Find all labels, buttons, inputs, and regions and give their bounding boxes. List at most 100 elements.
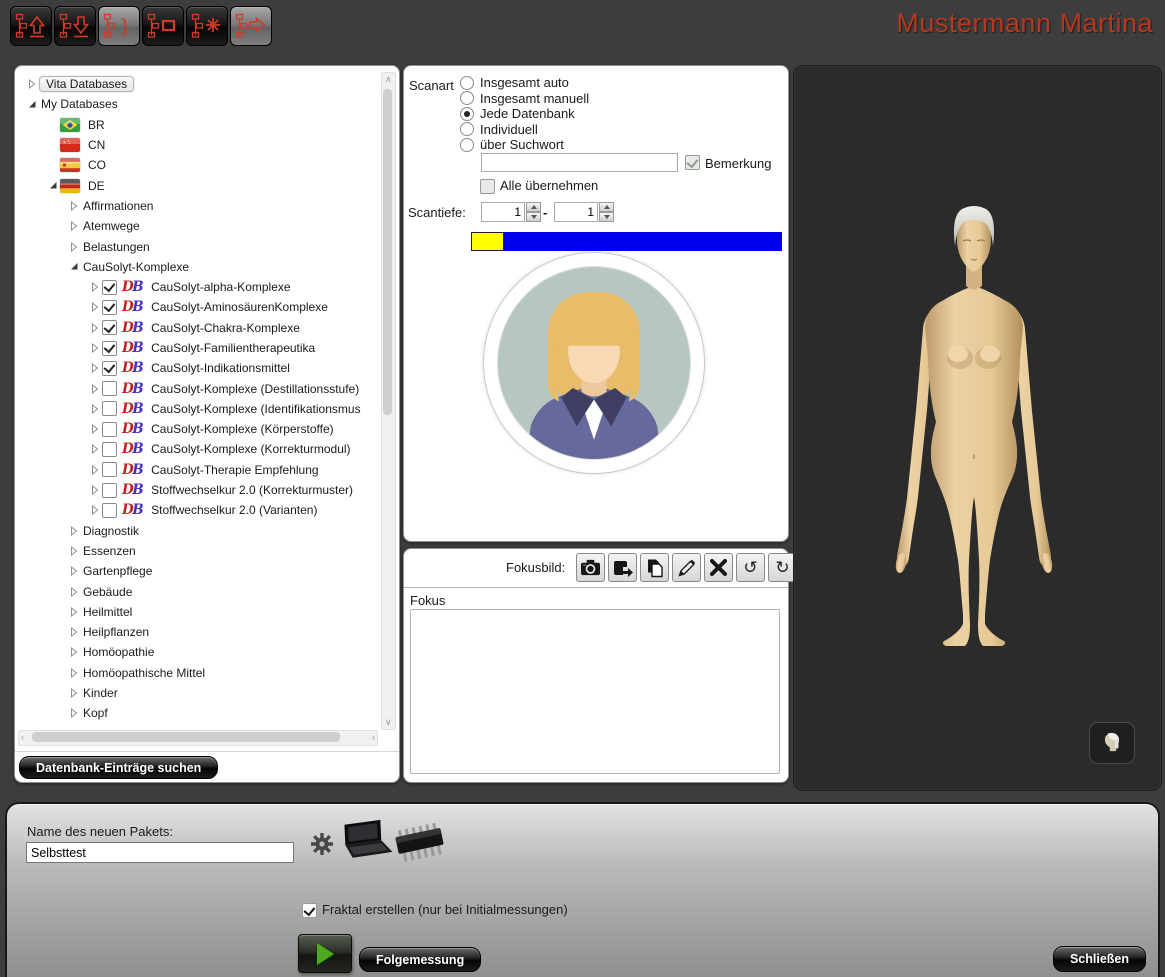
- collapsed-arrow-icon[interactable]: [88, 424, 102, 434]
- tree-item-co[interactable]: CO: [17, 155, 380, 175]
- collapsed-arrow-icon[interactable]: [67, 647, 81, 657]
- scroll-left-icon[interactable]: ‹: [21, 733, 24, 742]
- collapsed-arrow-icon[interactable]: [88, 323, 102, 333]
- tree-item-hom-opathie[interactable]: Homöopathie: [17, 642, 380, 662]
- collapsed-arrow-icon[interactable]: [67, 668, 81, 678]
- delete-button[interactable]: [704, 553, 733, 582]
- tree-import-up-button[interactable]: [10, 6, 52, 46]
- tree-frame-button[interactable]: [142, 6, 184, 46]
- tree-item-causolyt-indikationsmittel[interactable]: DBCauSolyt-Indikationsmittel: [17, 358, 380, 378]
- start-measurement-button[interactable]: [298, 934, 352, 973]
- expanded-arrow-icon[interactable]: [25, 100, 39, 109]
- horizontal-scrollbar-thumb[interactable]: [32, 732, 340, 742]
- collapsed-arrow-icon[interactable]: [67, 221, 81, 231]
- collapsed-arrow-icon[interactable]: [88, 404, 102, 414]
- database-search-button[interactable]: Datenbank-Einträge suchen: [19, 756, 218, 779]
- tree-item-atemwege[interactable]: Atemwege: [17, 216, 380, 236]
- tree-checkbox[interactable]: [102, 361, 117, 376]
- expanded-arrow-icon[interactable]: [67, 262, 81, 271]
- tree-item-kinder[interactable]: Kinder: [17, 683, 380, 703]
- collapsed-arrow-icon[interactable]: [25, 79, 39, 89]
- spin-up-button[interactable]: [599, 202, 614, 212]
- gear-icon[interactable]: [309, 831, 335, 857]
- edit-button[interactable]: [672, 553, 701, 582]
- tree-item-stoffwechselkur-2-0-korrekturmuster[interactable]: DBStoffwechselkur 2.0 (Korrekturmuster): [17, 480, 380, 500]
- tree-checkbox[interactable]: [102, 280, 117, 295]
- collapsed-arrow-icon[interactable]: [88, 384, 102, 394]
- fokus-textarea[interactable]: [410, 609, 780, 774]
- tree-item-belastungen[interactable]: Belastungen: [17, 236, 380, 256]
- collapsed-arrow-icon[interactable]: [88, 485, 102, 495]
- tree-magic-button[interactable]: [186, 6, 228, 46]
- scanart-option-individuell[interactable]: Individuell: [460, 122, 538, 137]
- package-name-input[interactable]: [26, 842, 294, 863]
- scanart-option-ber-suchwort[interactable]: über Suchwort: [460, 137, 564, 152]
- tree-item-heilmittel[interactable]: Heilmittel: [17, 602, 380, 622]
- collapsed-arrow-icon[interactable]: [67, 627, 81, 637]
- collapsed-arrow-icon[interactable]: [88, 465, 102, 475]
- tree-checkbox[interactable]: [102, 462, 117, 477]
- radio-icon[interactable]: [460, 76, 474, 90]
- collapsed-arrow-icon[interactable]: [67, 688, 81, 698]
- scanart-option-insgesamt-auto[interactable]: Insgesamt auto: [460, 75, 569, 90]
- radio-icon[interactable]: [460, 107, 474, 121]
- tree-item-my-databases[interactable]: My Databases: [17, 94, 380, 114]
- collapsed-arrow-icon[interactable]: [67, 607, 81, 617]
- tree-checkbox[interactable]: [102, 300, 117, 315]
- tree-export-down-button[interactable]: [54, 6, 96, 46]
- collapsed-arrow-icon[interactable]: [67, 546, 81, 556]
- scantiefe-to-input[interactable]: [554, 202, 598, 222]
- alle-uebernehmen-checkbox[interactable]: [480, 179, 495, 194]
- tree-item-stoffwechselkur-2-0-varianten[interactable]: DBStoffwechselkur 2.0 (Varianten): [17, 500, 380, 520]
- tree-item-heilpflanzen[interactable]: Heilpflanzen: [17, 622, 380, 642]
- collapsed-arrow-icon[interactable]: [88, 343, 102, 353]
- paste-button[interactable]: [640, 553, 669, 582]
- vertical-scrollbar-thumb[interactable]: [383, 89, 392, 415]
- import-button[interactable]: [608, 553, 637, 582]
- scroll-down-icon[interactable]: ∨: [385, 718, 392, 727]
- tree-item-hom-opathische-mittel[interactable]: Homöopathische Mittel: [17, 663, 380, 683]
- tree-checkbox[interactable]: [102, 483, 117, 498]
- tree-item-vita-databases[interactable]: Vita Databases: [17, 74, 380, 94]
- tree-send-right-button[interactable]: [230, 6, 272, 46]
- tree-checkbox[interactable]: [102, 503, 117, 518]
- collapsed-arrow-icon[interactable]: [88, 505, 102, 515]
- spin-up-button[interactable]: [526, 202, 541, 212]
- fraktal-checkbox[interactable]: [302, 903, 317, 918]
- collapsed-arrow-icon[interactable]: [67, 566, 81, 576]
- camera-button[interactable]: [576, 553, 605, 582]
- spin-down-button[interactable]: [599, 212, 614, 222]
- tree-item-de[interactable]: DE: [17, 175, 380, 195]
- scroll-up-icon[interactable]: ∧: [385, 75, 392, 84]
- tree-item-diagnostik[interactable]: Diagnostik: [17, 521, 380, 541]
- vertical-scrollbar[interactable]: ∧ ∨: [381, 72, 396, 730]
- collapsed-arrow-icon[interactable]: [67, 242, 81, 252]
- collapsed-arrow-icon[interactable]: [88, 302, 102, 312]
- scanart-option-jede-datenbank[interactable]: Jede Datenbank: [460, 106, 575, 121]
- tree-item-causolyt-komplexe-korrekturmodul[interactable]: DBCauSolyt-Komplexe (Korrekturmodul): [17, 439, 380, 459]
- spin-down-button[interactable]: [526, 212, 541, 222]
- horizontal-scrollbar[interactable]: ‹ ›: [18, 730, 378, 746]
- tree-item-gartenpflege[interactable]: Gartenpflege: [17, 561, 380, 581]
- rotate-ccw-button[interactable]: ↺: [736, 553, 765, 582]
- tree-item-causolyt-chakra-komplexe[interactable]: DBCauSolyt-Chakra-Komplexe: [17, 318, 380, 338]
- tree-checkbox[interactable]: [102, 422, 117, 437]
- collapsed-arrow-icon[interactable]: [67, 201, 81, 211]
- collapsed-arrow-icon[interactable]: [88, 363, 102, 373]
- tree-item-causolyt-alpha-komplexe[interactable]: DBCauSolyt-alpha-Komplexe: [17, 277, 380, 297]
- body-model-panel[interactable]: [793, 65, 1162, 791]
- tree-item-causolyt-therapie-empfehlung[interactable]: DBCauSolyt-Therapie Empfehlung: [17, 460, 380, 480]
- suchwort-input[interactable]: [481, 153, 678, 172]
- tree-item-causolyt-komplexe-identifikationsmus[interactable]: DBCauSolyt-Komplexe (Identifikationsmus: [17, 399, 380, 419]
- collapsed-arrow-icon[interactable]: [67, 708, 81, 718]
- tree-checkbox[interactable]: [102, 381, 117, 396]
- tree-group-button[interactable]: }: [98, 6, 140, 46]
- scantiefe-from-input[interactable]: [481, 202, 525, 222]
- tree-checkbox[interactable]: [102, 442, 117, 457]
- tree-checkbox[interactable]: [102, 320, 117, 335]
- scanart-option-insgesamt-manuell[interactable]: Insgesamt manuell: [460, 91, 589, 106]
- collapsed-arrow-icon[interactable]: [88, 444, 102, 454]
- tree-item-affirmationen[interactable]: Affirmationen: [17, 196, 380, 216]
- tree-item-causolyt-komplexe-destillationsstufe[interactable]: DBCauSolyt-Komplexe (Destillationsstufe): [17, 378, 380, 398]
- folgemessung-button[interactable]: Folgemessung: [359, 947, 481, 972]
